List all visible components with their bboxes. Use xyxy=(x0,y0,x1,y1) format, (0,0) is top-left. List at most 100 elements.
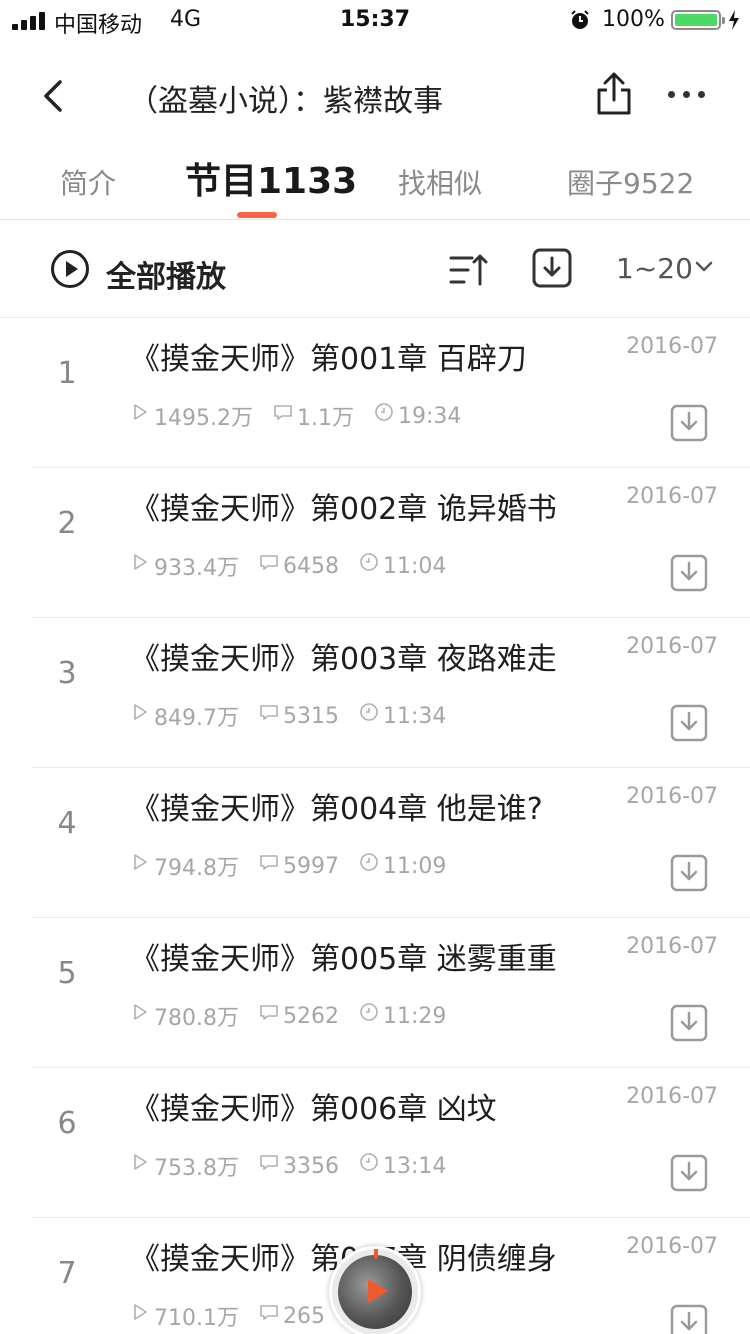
comment-count: 1.1万 xyxy=(296,406,354,431)
mini-player-button[interactable] xyxy=(329,1246,421,1334)
comment-icon xyxy=(260,1305,278,1320)
batch-download-icon[interactable] xyxy=(532,248,572,288)
alarm-icon xyxy=(571,10,589,29)
episode-title[interactable]: 《摸金天师》第002章 诡异婚书 xyxy=(130,484,557,528)
clock-icon xyxy=(360,1003,378,1021)
comment-count: 265 xyxy=(282,1303,325,1329)
comment-icon xyxy=(260,855,278,870)
episode-date: 2016-07 xyxy=(626,634,718,659)
episode-title[interactable]: 《摸金天师》第001章 百辟刀 xyxy=(130,334,527,378)
play-count-icon xyxy=(134,404,147,420)
episode-date: 2016-07 xyxy=(626,784,718,809)
download-icon[interactable] xyxy=(670,1004,708,1042)
episode-index: 1 xyxy=(57,356,77,391)
comment-icon xyxy=(274,405,292,420)
play-icon xyxy=(368,1279,388,1303)
play-count: 1495.2万 xyxy=(154,406,253,431)
episode-meta: 849.7万 5315 11:34 xyxy=(130,700,447,731)
play-count: 710.1万 xyxy=(154,1306,239,1331)
episode-date: 2016-07 xyxy=(626,484,718,509)
comment-icon xyxy=(260,705,278,720)
battery-icon xyxy=(671,10,725,30)
episode-duration: 11:34 xyxy=(382,703,447,729)
play-all-button[interactable]: 全部播放 xyxy=(106,252,226,296)
episode-title[interactable]: 《摸金天师》第004章 他是谁? xyxy=(130,784,543,828)
sort-icon[interactable] xyxy=(448,252,488,288)
play-count: 753.8万 xyxy=(154,1156,239,1181)
share-icon[interactable] xyxy=(594,70,634,116)
episode-title[interactable]: 《摸金天师》第005章 迷雾重重 xyxy=(130,934,557,978)
download-icon[interactable] xyxy=(670,704,708,742)
episode-row[interactable]: 4 《摸金天师》第004章 他是谁? 2016-07 794.8万 5997 11:… xyxy=(0,768,750,918)
episode-index: 6 xyxy=(57,1106,77,1141)
clock-icon xyxy=(375,403,393,421)
download-icon[interactable] xyxy=(670,554,708,592)
comment-icon xyxy=(260,1155,278,1170)
episode-meta: 933.4万 6458 11:04 xyxy=(130,550,447,581)
comment-count: 5262 xyxy=(282,1003,339,1029)
episode-meta: 1495.2万 1.1万 19:34 xyxy=(130,400,462,431)
status-bar: 中国移动 4G 15:37 100% xyxy=(0,0,750,40)
comment-count: 6458 xyxy=(282,553,339,579)
clock-icon xyxy=(360,853,378,871)
clock-icon xyxy=(360,1153,378,1171)
play-count: 849.7万 xyxy=(154,706,239,731)
episode-index: 3 xyxy=(57,656,77,691)
download-icon[interactable] xyxy=(670,1304,708,1334)
play-count-icon xyxy=(134,854,147,870)
play-count-icon xyxy=(134,1004,147,1020)
clock-icon xyxy=(360,553,378,571)
episode-index: 2 xyxy=(57,506,77,541)
play-count: 780.8万 xyxy=(154,1006,239,1031)
more-icon[interactable] xyxy=(664,84,708,104)
episode-duration: 11:04 xyxy=(382,553,447,579)
clock-icon xyxy=(360,703,378,721)
play-count-icon xyxy=(134,554,147,570)
comment-icon xyxy=(260,555,278,570)
play-count: 933.4万 xyxy=(154,556,239,581)
download-icon[interactable] xyxy=(670,1154,708,1192)
episode-date: 2016-07 xyxy=(626,334,718,359)
episode-duration: 19:34 xyxy=(397,403,462,429)
play-count-icon xyxy=(134,1154,147,1170)
play-circle-icon[interactable] xyxy=(50,249,90,289)
comment-count: 5997 xyxy=(282,853,339,879)
episode-row[interactable]: 2 《摸金天师》第002章 诡异婚书 2016-07 933.4万 6458 11:… xyxy=(0,468,750,618)
comment-count: 5315 xyxy=(282,703,339,729)
active-tab-indicator xyxy=(237,212,277,218)
charging-icon xyxy=(729,10,739,30)
chevron-down-icon[interactable] xyxy=(694,260,714,274)
episode-title[interactable]: 《摸金天师》第006章 凶坟 xyxy=(130,1084,497,1128)
episode-date: 2016-07 xyxy=(626,934,718,959)
page-title: （盗墓小说）：紫襟故事 xyxy=(128,84,443,119)
episode-row[interactable]: 5 《摸金天师》第005章 迷雾重重 2016-07 780.8万 5262 11:… xyxy=(0,918,750,1068)
episode-toolbar: 全部播放 1~20 xyxy=(0,222,750,318)
episode-title[interactable]: 《摸金天师》第003章 夜路难走 xyxy=(130,634,557,678)
tab-episodes[interactable]: 节目1133 xyxy=(185,152,357,204)
episode-meta: 753.8万 3356 13:14 xyxy=(130,1150,446,1181)
episode-meta: 780.8万 5262 11:29 xyxy=(130,1000,447,1031)
episode-duration: 11:29 xyxy=(382,1003,447,1029)
tab-similar[interactable]: 找相似 xyxy=(398,162,482,202)
nav-bar: （盗墓小说）：紫襟故事 xyxy=(0,56,750,136)
tab-bar: 简介 节目1133 找相似 圈子9522 xyxy=(0,146,750,220)
tab-circle[interactable]: 圈子9522 xyxy=(567,162,694,202)
tab-intro[interactable]: 简介 xyxy=(60,162,116,202)
episode-range-select[interactable]: 1~20 xyxy=(616,252,693,285)
episode-date: 2016-07 xyxy=(626,1234,718,1259)
comment-count: 3356 xyxy=(282,1153,339,1179)
chevron-left-icon[interactable] xyxy=(36,74,72,118)
episode-row[interactable]: 6 《摸金天师》第006章 凶坟 2016-07 753.8万 3356 13:14 xyxy=(0,1068,750,1218)
episode-index: 4 xyxy=(57,806,77,841)
battery-percent: 100% xyxy=(602,7,665,32)
play-count-icon xyxy=(134,704,147,720)
episode-duration: 11:09 xyxy=(382,853,447,879)
download-icon[interactable] xyxy=(670,854,708,892)
comment-icon xyxy=(260,1005,278,1020)
episode-row[interactable]: 1 《摸金天师》第001章 百辟刀 2016-07 1495.2万 1.1万 19:… xyxy=(0,318,750,468)
episode-row[interactable]: 3 《摸金天师》第003章 夜路难走 2016-07 849.7万 5315 11:… xyxy=(0,618,750,768)
progress-marker xyxy=(374,1249,378,1259)
episode-index: 5 xyxy=(57,956,77,991)
download-icon[interactable] xyxy=(670,404,708,442)
play-count-icon xyxy=(134,1304,147,1320)
